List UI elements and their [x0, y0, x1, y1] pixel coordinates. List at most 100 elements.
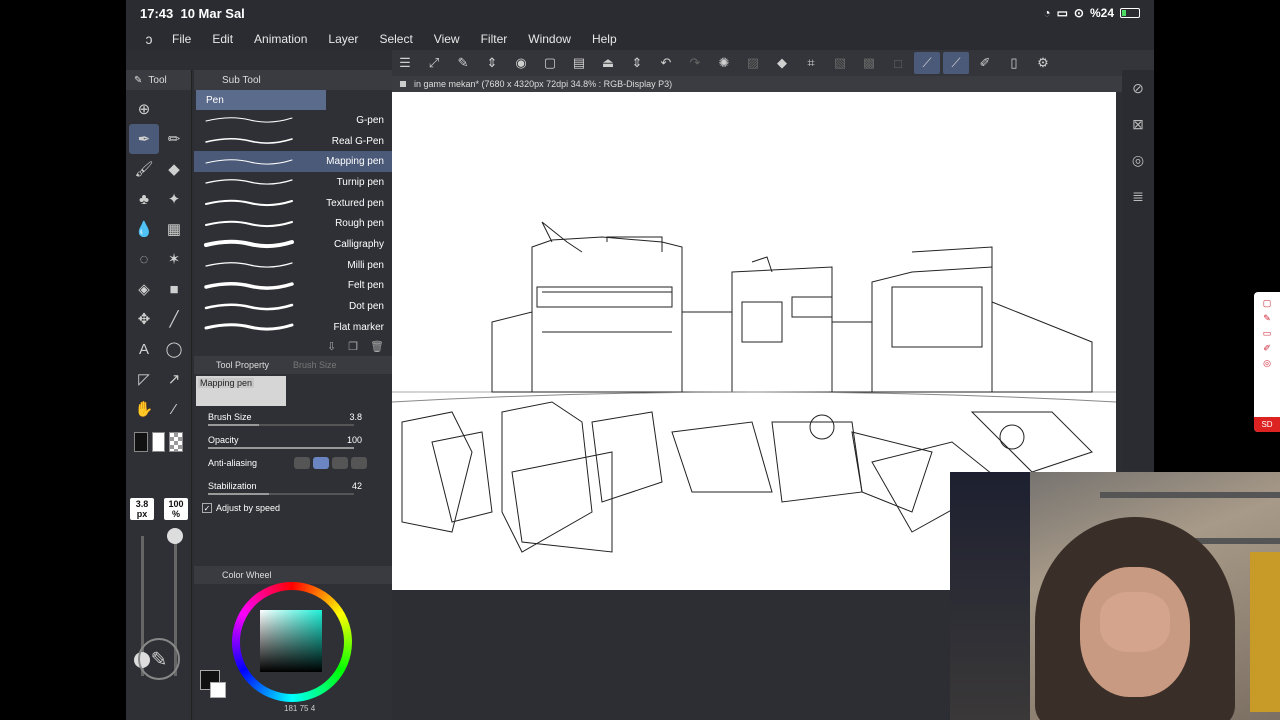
side-pen-icon[interactable]: ✎ — [1263, 313, 1271, 324]
deselect-icon[interactable]: ▧ — [827, 52, 853, 74]
sub-color-swatch[interactable] — [151, 432, 166, 452]
aa-strong[interactable] — [351, 457, 367, 470]
brush-tool-icon[interactable]: 🖌 — [129, 154, 159, 184]
import-icon[interactable]: ⇩ — [327, 340, 336, 353]
side-rect-icon[interactable]: ▭ — [1263, 328, 1272, 339]
saturation-square[interactable] — [260, 610, 322, 672]
lasso-tool-icon[interactable]: ◌ — [129, 244, 159, 274]
opacity-row[interactable]: Opacity 100 — [194, 429, 392, 452]
menu-edit[interactable]: Edit — [212, 32, 233, 46]
brush-item[interactable]: Turnip pen — [194, 172, 392, 193]
menu-file[interactable]: File — [172, 32, 191, 46]
quick-access-icon[interactable]: ✎ — [138, 638, 180, 680]
material-icon[interactable]: ⊠ — [1122, 106, 1154, 142]
gradient-tool-icon[interactable]: ■ — [159, 274, 189, 304]
menu-layer[interactable]: Layer — [328, 32, 358, 46]
brush-size-tab[interactable]: Brush Size — [293, 360, 337, 370]
brush-size-bar[interactable] — [208, 423, 354, 426]
fill-icon[interactable]: ◆ — [769, 52, 795, 74]
pen-tool-icon[interactable]: ✒ — [129, 124, 159, 154]
side-doc-icon[interactable]: ▢ — [1263, 298, 1272, 309]
opacity-slider-knob[interactable] — [167, 528, 183, 544]
menu-view[interactable]: View — [434, 32, 460, 46]
main-color-swatch[interactable] — [134, 432, 148, 452]
ruler-tool-icon[interactable]: ↗ — [159, 364, 189, 394]
navigator-icon[interactable]: ⊘ — [1122, 70, 1154, 106]
opacity-bar[interactable] — [208, 446, 354, 449]
crop-icon[interactable]: ⌗ — [798, 52, 824, 74]
app-logo-icon[interactable]: ↄ — [126, 31, 172, 47]
side-edit-icon[interactable]: ✐ — [1263, 343, 1271, 354]
brush-item[interactable]: G-pen — [194, 110, 392, 131]
brush-item[interactable]: Dot pen — [194, 296, 392, 317]
decoration-tool-icon[interactable]: ♣ — [129, 184, 159, 214]
menu-animation[interactable]: Animation — [254, 32, 307, 46]
trash-icon[interactable]: 🗑 — [370, 340, 384, 353]
stabilization-value[interactable]: 42 — [352, 481, 362, 491]
brush-item[interactable]: Rough pen — [194, 213, 392, 234]
opacity-value[interactable]: 100 — [347, 435, 362, 445]
pattern-tool-icon[interactable]: ▦ — [159, 214, 189, 244]
adjust-by-speed-checkbox[interactable]: ✓ — [202, 502, 212, 513]
transparent-swatch[interactable] — [169, 432, 184, 452]
stabilization-bar[interactable] — [208, 492, 354, 495]
frame-tool-icon[interactable]: ◸ — [129, 364, 159, 394]
layers-icon[interactable]: ≣ — [1122, 178, 1154, 214]
copy-icon[interactable]: ❐ — [348, 340, 358, 353]
menu-window[interactable]: Window — [528, 32, 571, 46]
redo-icon[interactable]: ↷ — [682, 52, 708, 74]
brush-item[interactable]: Felt pen — [194, 276, 392, 297]
quick-opacity[interactable]: 100 % — [164, 498, 188, 520]
layer-property-icon[interactable]: ◎ — [1122, 142, 1154, 178]
magic-wand-icon[interactable]: ✶ — [159, 244, 189, 274]
brush-item[interactable]: Milli pen — [194, 255, 392, 276]
menu-filter[interactable]: Filter — [481, 32, 508, 46]
undo-icon[interactable]: ↶ — [653, 52, 679, 74]
grid-snap-icon[interactable]: ✐ — [972, 52, 998, 74]
pencil-tool-icon[interactable]: ✏ — [159, 124, 189, 154]
aa-medium[interactable] — [332, 457, 348, 470]
fill-tool-icon[interactable]: ◈ — [129, 274, 159, 304]
brush-item[interactable]: Mapping pen — [194, 151, 392, 173]
brush-size-value[interactable]: 3.8 — [349, 412, 362, 422]
download-icon[interactable]: ⊕ — [129, 94, 159, 124]
eyedropper-tool-icon[interactable]: ⁄ — [159, 394, 189, 424]
antialias-options[interactable] — [294, 457, 367, 470]
brush-item[interactable]: Flat marker — [194, 317, 392, 338]
quick-brush-size[interactable]: 3.8 px — [130, 498, 154, 520]
hamburger-icon[interactable]: ☰ — [392, 52, 418, 74]
eraser-tool-icon[interactable]: ◆ — [159, 154, 189, 184]
current-sub-color[interactable] — [210, 682, 226, 698]
hand-tool-icon[interactable]: ✋ — [129, 394, 159, 424]
tablet-icon[interactable]: ▯ — [1001, 52, 1027, 74]
brush-item[interactable]: Textured pen — [194, 193, 392, 214]
save-icon[interactable]: ⏏ — [595, 52, 621, 74]
selection-icon[interactable]: □ — [885, 52, 911, 74]
clear-icon[interactable]: ▨ — [740, 52, 766, 74]
stabilization-row[interactable]: Stabilization 42 — [194, 475, 392, 498]
invert-selection-icon[interactable]: ▩ — [856, 52, 882, 74]
tool-tab-label[interactable]: Tool — [148, 75, 166, 86]
pen-group-tab[interactable]: Pen — [196, 90, 326, 110]
brush-item[interactable]: Calligraphy — [194, 234, 392, 255]
sort-icon[interactable]: ⇕ — [479, 52, 505, 74]
tool-property-tab[interactable]: Tool Property — [216, 360, 269, 370]
antialias-row[interactable]: Anti-aliasing — [194, 452, 392, 475]
line-tool-icon[interactable]: ╱ — [159, 304, 189, 334]
transform-icon[interactable]: ⤢ — [421, 52, 447, 74]
document-tab[interactable]: in game mekan* (7680 x 4320px 72dpi 34.8… — [392, 76, 1122, 92]
adjust-by-speed-row[interactable]: ✓ Adjust by speed — [194, 498, 392, 518]
special-ruler-icon[interactable]: ⟋ — [943, 52, 969, 74]
text-tool-icon[interactable]: A — [129, 334, 159, 364]
save-arrows-icon[interactable]: ⇕ — [624, 52, 650, 74]
blend-tool-icon[interactable]: 💧 — [129, 214, 159, 244]
new-file-icon[interactable]: ▢ — [537, 52, 563, 74]
settings-icon[interactable]: ⚙ — [1030, 52, 1056, 74]
brush-item[interactable]: Real G-Pen — [194, 131, 392, 152]
side-target-icon[interactable]: ◎ — [1263, 358, 1271, 369]
color-picker-icon[interactable]: ◉ — [508, 52, 534, 74]
menu-select[interactable]: Select — [379, 32, 412, 46]
balloon-tool-icon[interactable]: ◯ — [159, 334, 189, 364]
menu-help[interactable]: Help — [592, 32, 617, 46]
move-layer-icon[interactable]: ✥ — [129, 304, 159, 334]
